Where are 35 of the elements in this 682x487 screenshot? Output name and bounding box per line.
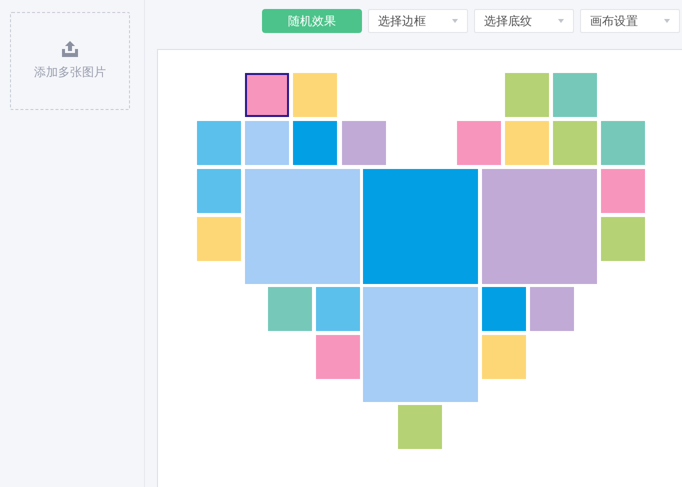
photo-tile[interactable] <box>197 169 241 213</box>
photo-tile[interactable] <box>363 169 478 284</box>
dropdown[interactable]: 选择底纹 <box>474 9 574 33</box>
photo-tile[interactable] <box>482 169 597 284</box>
photo-tile[interactable] <box>553 73 597 117</box>
photo-tile[interactable] <box>268 287 312 331</box>
dropdown[interactable]: 选择边框 <box>368 9 468 33</box>
photo-tile[interactable] <box>293 73 337 117</box>
photo-tile[interactable] <box>316 287 360 331</box>
caret-icon <box>664 18 670 23</box>
caret-icon <box>558 18 564 23</box>
photo-tile[interactable] <box>505 121 549 165</box>
photo-tile[interactable] <box>197 217 241 261</box>
photo-tile[interactable] <box>505 73 549 117</box>
photo-tile[interactable] <box>245 121 289 165</box>
photo-tile[interactable] <box>482 335 526 379</box>
caret-icon <box>452 18 458 23</box>
photo-tile[interactable] <box>342 121 386 165</box>
dropdown[interactable]: 画布设置 <box>580 9 680 33</box>
photo-tile[interactable] <box>601 121 645 165</box>
upload-icon <box>61 41 79 57</box>
photo-tile[interactable] <box>530 287 574 331</box>
photo-tile[interactable] <box>457 121 501 165</box>
photo-tile[interactable] <box>553 121 597 165</box>
photo-tile[interactable] <box>398 405 442 449</box>
photo-tile[interactable] <box>482 287 526 331</box>
photo-tile[interactable] <box>245 73 289 117</box>
photo-tile[interactable] <box>197 121 241 165</box>
photo-tile[interactable] <box>245 169 360 284</box>
photo-tile[interactable] <box>363 287 478 402</box>
photo-tile[interactable] <box>601 217 645 261</box>
photo-tile[interactable] <box>293 121 337 165</box>
photo-tile[interactable] <box>601 169 645 213</box>
photo-tile[interactable] <box>316 335 360 379</box>
upload-label: 添加多张图片 <box>34 64 106 81</box>
